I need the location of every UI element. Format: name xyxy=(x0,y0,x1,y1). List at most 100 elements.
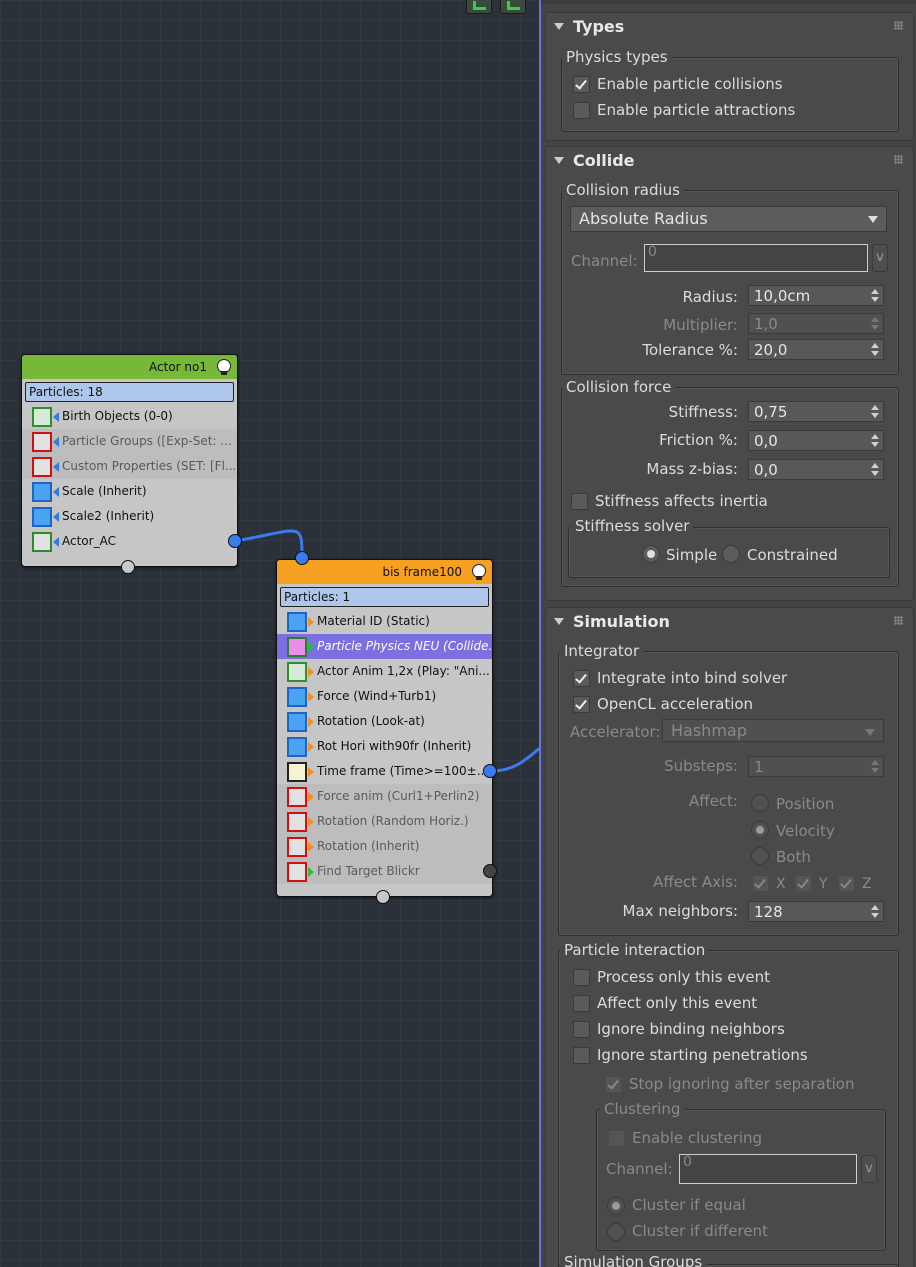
radius-mode-dropdown[interactable]: Absolute Radius xyxy=(570,206,887,232)
process-only-checkbox[interactable] xyxy=(573,969,590,986)
axis-z-checkbox[interactable] xyxy=(838,875,855,892)
radius-spinner[interactable]: 10,0cm xyxy=(748,285,884,306)
spinner-arrows-icon[interactable] xyxy=(871,905,879,919)
collapse-triangle-icon xyxy=(554,157,564,164)
birth-objects-op[interactable]: Birth Objects (0-0) xyxy=(22,404,237,429)
node-header[interactable]: bis frame100 xyxy=(277,560,492,584)
affect-position-radio[interactable] xyxy=(751,794,769,812)
max-neighbors-spinner[interactable]: 128 xyxy=(748,901,884,922)
substeps-spinner[interactable]: 1 xyxy=(748,756,884,777)
rotation-inherit-op[interactable]: Rotation (Inherit) xyxy=(277,834,492,859)
graph-toolbar-button-1[interactable] xyxy=(466,0,492,14)
force-anim-op[interactable]: Force anim (Curl1+Perlin2) xyxy=(277,784,492,809)
lightbulb-icon[interactable] xyxy=(472,564,486,580)
scale-op[interactable]: Scale (Inherit) xyxy=(22,479,237,504)
operator-pin-icon xyxy=(308,792,314,802)
spinner-arrows-icon[interactable] xyxy=(871,317,879,331)
collapse-triangle-icon xyxy=(554,23,564,30)
lightbulb-icon[interactable] xyxy=(217,359,231,375)
types-rollout-header[interactable]: Types xyxy=(546,13,913,41)
radio-label: Position xyxy=(776,795,835,813)
spinner-arrows-icon[interactable] xyxy=(871,405,879,419)
scale2-op[interactable]: Scale2 (Inherit) xyxy=(22,504,237,529)
node-input-port[interactable] xyxy=(295,551,309,565)
bind-solver-checkbox[interactable] xyxy=(573,670,590,687)
node-bottom-port[interactable] xyxy=(376,890,390,904)
time-frame-output-port[interactable] xyxy=(483,764,497,778)
stop-ignoring-checkbox[interactable] xyxy=(605,1076,622,1093)
event-node-actor[interactable]: Actor no1 Particles: 18 Birth Objects (0… xyxy=(21,354,238,567)
operator-label: Scale2 (Inherit) xyxy=(62,509,155,523)
rot-hori-op[interactable]: Rot Hori with90fr (Inherit) xyxy=(277,734,492,759)
dropdown-value: Absolute Radius xyxy=(579,209,708,228)
collide-rollout-header[interactable]: Collide xyxy=(546,147,913,175)
affect-velocity-radio[interactable] xyxy=(751,821,769,839)
graph-toolbar-button-2[interactable] xyxy=(500,0,526,14)
max-neighbors-label: Max neighbors: xyxy=(622,902,738,920)
mass-zbias-spinner[interactable]: 0,0 xyxy=(748,459,884,480)
actor-ac-op[interactable]: Actor_AC xyxy=(22,529,237,554)
spinner-arrows-icon[interactable] xyxy=(871,434,879,448)
affect-both-radio[interactable] xyxy=(751,847,769,865)
rotation-lookat-op[interactable]: Rotation (Look-at) xyxy=(277,709,492,734)
affect-label: Affect: xyxy=(688,792,738,810)
enable-collisions-checkbox[interactable] xyxy=(573,76,590,93)
node-header[interactable]: Actor no1 xyxy=(22,355,237,379)
spinner-arrows-icon[interactable] xyxy=(871,463,879,477)
simulation-rollout: Simulation Integrator Integrate into bin… xyxy=(545,607,914,1267)
time-frame-op[interactable]: Time frame (Time>=100±... xyxy=(277,759,492,784)
particle-groups-op[interactable]: Particle Groups ([Exp-Set: ... xyxy=(22,429,237,454)
stiffness-inertia-checkbox[interactable] xyxy=(571,493,588,510)
axis-y-checkbox[interactable] xyxy=(795,875,812,892)
channel-field[interactable]: 0 xyxy=(644,244,868,272)
custom-properties-op[interactable]: Custom Properties (SET: [Fl... xyxy=(22,454,237,479)
cluster-equal-radio[interactable] xyxy=(607,1197,625,1215)
find-target-output-port[interactable] xyxy=(483,864,497,878)
operator-pin-icon xyxy=(308,667,314,677)
cluster-different-radio[interactable] xyxy=(607,1223,625,1241)
film-icon xyxy=(287,662,307,682)
constrained-radio[interactable] xyxy=(722,545,740,563)
grip-icon[interactable] xyxy=(894,616,903,625)
particle-count: Particles: 1 xyxy=(280,587,489,607)
affect-only-checkbox[interactable] xyxy=(573,995,590,1012)
collapse-triangle-icon xyxy=(554,618,564,625)
tolerance-spinner[interactable]: 20,0 xyxy=(748,339,884,360)
particle-physics-op[interactable]: Particle Physics NEU (Collide... xyxy=(277,634,492,659)
checkbox-label: Ignore binding neighbors xyxy=(597,1020,785,1038)
spinner-arrows-icon[interactable] xyxy=(871,760,879,774)
node-input-port[interactable] xyxy=(121,560,135,574)
simulation-rollout-header[interactable]: Simulation xyxy=(546,608,913,636)
clustering-channel-v-button[interactable]: v xyxy=(861,1155,877,1183)
ignore-binding-checkbox[interactable] xyxy=(573,1021,590,1038)
force-op[interactable]: Force (Wind+Turb1) xyxy=(277,684,492,709)
node-output-port[interactable] xyxy=(228,534,242,548)
node-title: Actor no1 xyxy=(149,360,207,374)
enable-attractions-checkbox[interactable] xyxy=(573,102,590,119)
material-id-op[interactable]: Material ID (Static) xyxy=(277,609,492,634)
grip-icon[interactable] xyxy=(894,21,903,30)
accelerator-dropdown[interactable]: Hashmap xyxy=(662,719,884,742)
checkbox-label: OpenCL acceleration xyxy=(597,695,754,713)
event-node-bis-frame[interactable]: bis frame100 Particles: 1 Material ID (S… xyxy=(276,559,493,897)
actor-anim-op[interactable]: Actor Anim 1,2x (Play: "Ani... xyxy=(277,659,492,684)
rotation-icon xyxy=(287,712,307,732)
find-target-op[interactable]: Find Target Blickr xyxy=(277,859,492,884)
friction-spinner[interactable]: 0,0 xyxy=(748,430,884,451)
ignore-start-checkbox[interactable] xyxy=(573,1047,590,1064)
multiplier-label: Multiplier: xyxy=(663,316,738,334)
axis-x-checkbox[interactable] xyxy=(752,875,769,892)
enable-clustering-checkbox[interactable] xyxy=(608,1130,625,1147)
rotation-random-op[interactable]: Rotation (Random Horiz.) xyxy=(277,809,492,834)
multiplier-spinner[interactable]: 1,0 xyxy=(748,313,884,334)
simple-radio[interactable] xyxy=(642,545,660,563)
spinner-arrows-icon[interactable] xyxy=(871,343,879,357)
clustering-channel-field[interactable]: 0 xyxy=(679,1154,857,1184)
spinner-arrows-icon[interactable] xyxy=(871,289,879,303)
operator-label: Scale (Inherit) xyxy=(62,484,147,498)
operator-label: Actor_AC xyxy=(62,534,116,548)
channel-v-button[interactable]: v xyxy=(872,244,888,272)
opencl-checkbox[interactable] xyxy=(573,696,590,713)
stiffness-spinner[interactable]: 0,75 xyxy=(748,401,884,422)
grip-icon[interactable] xyxy=(894,155,903,164)
